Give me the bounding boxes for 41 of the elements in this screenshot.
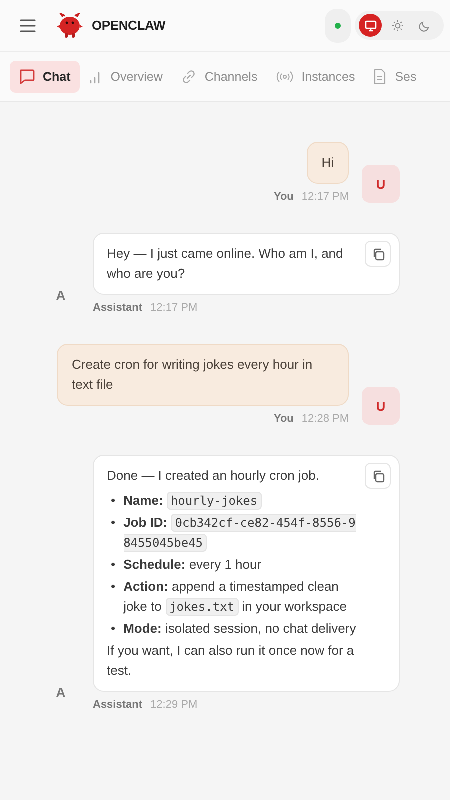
app-title: OPENCLAW — [92, 18, 166, 33]
assistant-avatar: A — [55, 684, 67, 702]
message-text: Hey — I just came online. Who am I, and who are you? — [107, 245, 344, 283]
sender-name: Assistant — [93, 699, 143, 711]
message-time: 12:29 PM — [150, 699, 198, 711]
sender-name: You — [274, 413, 294, 425]
broadcast-icon — [276, 70, 294, 84]
message-time: 12:17 PM — [302, 191, 349, 203]
message-text: Hi — [322, 154, 334, 172]
chat-bubble-icon — [19, 69, 35, 84]
moon-icon — [418, 20, 430, 32]
message-time: 12:17 PM — [150, 302, 198, 314]
list-item: • Name: hourly-jokes — [111, 491, 359, 511]
copy-button[interactable] — [365, 241, 391, 267]
message-text: Create cron for writing jokes every hour in text file — [72, 356, 314, 394]
message-time: 12:28 PM — [302, 413, 349, 425]
monitor-icon — [364, 20, 376, 32]
theme-option-button[interactable] — [359, 14, 382, 37]
assistant-avatar: A — [55, 286, 67, 304]
copy-icon — [372, 248, 384, 260]
link-icon — [180, 68, 197, 84]
document-icon — [373, 68, 388, 84]
user-avatar: U — [362, 387, 400, 425]
sender-name: You — [274, 191, 294, 203]
nav-tab[interactable]: Overview — [80, 60, 172, 92]
nav-tab[interactable]: Ses — [364, 60, 417, 92]
creature-logo-icon — [56, 12, 84, 38]
sender-name: Assistant — [93, 302, 143, 314]
copy-button[interactable] — [365, 463, 391, 489]
list-item: • Schedule: every 1 hour — [111, 556, 263, 574]
nav-tab[interactable]: Instances — [266, 60, 364, 92]
nav-tab[interactable]: Channels — [172, 60, 267, 92]
user-avatar: U — [362, 165, 400, 203]
nav-tab[interactable]: Chat — [10, 60, 80, 92]
message-text: Done — I created an hourly cron job. — [107, 467, 320, 485]
sun-icon — [392, 20, 404, 32]
message-text: If you want, I can also run it once now for a test. — [107, 642, 356, 680]
menu-button[interactable] — [20, 18, 36, 32]
list-item: • Mode: isolated session, no chat delivery — [111, 620, 358, 638]
list-item: • Job ID: 0cb342cf-ce82-454f-8556-98455045be45 — [111, 513, 357, 553]
copy-icon — [372, 470, 384, 482]
